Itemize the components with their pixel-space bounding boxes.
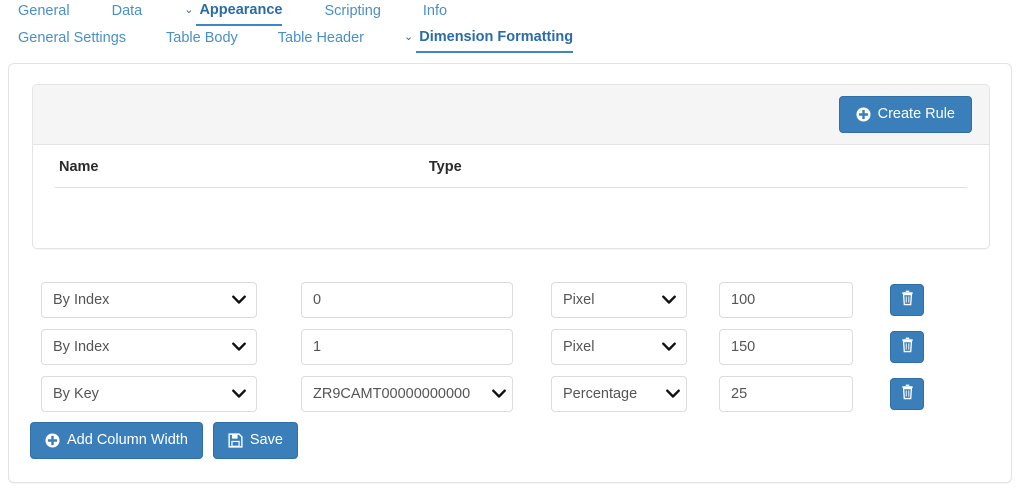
delete-column-width-button[interactable]	[890, 330, 924, 363]
tab-label: Scripting	[324, 3, 381, 19]
subtab-general-settings[interactable]: General Settings	[18, 28, 126, 51]
tab-label: Data	[111, 3, 143, 19]
tab-scripting[interactable]: Scripting	[324, 1, 380, 24]
column-width-mode-select[interactable]: By IndexBy Key	[41, 328, 257, 365]
rules-panel-header: Create Rule	[33, 85, 989, 145]
save-button[interactable]: Save	[212, 422, 298, 459]
tab-label: Table Header	[277, 30, 365, 46]
tab-general[interactable]: General	[18, 1, 70, 24]
create-rule-button[interactable]: Create Rule	[838, 96, 972, 133]
tab-label: Table Body	[166, 30, 238, 46]
column-width-key-input[interactable]	[301, 281, 513, 318]
unit-select-wrap: PixelPercentage	[551, 328, 687, 365]
column-width-mode-cell: By IndexBy Key	[41, 328, 257, 365]
tab-appearance[interactable]: ⌄ Appearance	[184, 0, 283, 26]
empty-cell	[429, 188, 967, 222]
dimension-formatting-card: Create Rule Name Type By IndexBy Key Pixe…	[8, 63, 1012, 483]
primary-tab-bar: General Data ⌄ Appearance Scripting Info	[0, 0, 1024, 26]
mode-select-wrap: By IndexBy Key	[41, 328, 257, 365]
column-width-value-input[interactable]	[719, 328, 853, 365]
rules-panel-body: Name Type	[33, 145, 989, 222]
column-width-unit-select[interactable]: PixelPercentage	[551, 328, 687, 365]
rules-table-head: Name Type	[55, 145, 967, 188]
column-width-value-cell	[719, 328, 853, 365]
chevron-down-icon: ⌄	[404, 31, 414, 43]
column-width-mode-cell: By IndexBy Key	[41, 375, 257, 412]
subtab-dimension-formatting[interactable]: ⌄ Dimension Formatting	[404, 27, 574, 53]
tab-label: Info	[422, 3, 448, 19]
column-header-type: Type	[428, 145, 967, 188]
trash-icon	[900, 337, 915, 356]
column-width-value-cell	[719, 281, 853, 318]
trash-icon	[900, 384, 915, 403]
column-header-name: Name	[55, 145, 429, 188]
column-width-key-cell	[301, 281, 513, 318]
unit-select-wrap: PixelPercentage	[551, 375, 687, 412]
column-width-mode-cell: By IndexBy Key	[41, 281, 257, 318]
delete-column-width-button[interactable]	[890, 377, 924, 410]
column-width-unit-cell: PixelPercentage	[551, 328, 687, 365]
rules-table-empty-row	[55, 188, 967, 222]
rules-panel: Create Rule Name Type	[32, 84, 990, 249]
column-width-delete-cell	[890, 283, 924, 316]
floppy-save-icon	[228, 433, 243, 448]
rules-table-body	[55, 188, 967, 222]
tab-label: General	[18, 3, 70, 19]
subtab-table-header[interactable]: Table Header	[278, 28, 364, 51]
column-width-unit-cell: PixelPercentage	[551, 375, 687, 412]
delete-column-width-button[interactable]	[890, 283, 924, 316]
plus-circle-icon	[856, 107, 871, 122]
trash-icon	[900, 290, 915, 309]
create-rule-label: Create Rule	[877, 106, 955, 123]
footer-actions: Add Column Width Save	[30, 422, 298, 459]
column-width-delete-cell	[890, 377, 924, 410]
column-width-value-input[interactable]	[719, 375, 853, 412]
add-column-width-label: Add Column Width	[67, 432, 188, 449]
column-width-rows: By IndexBy KeyPixelPercentageBy IndexBy …	[27, 276, 987, 417]
column-width-key-cell: ZR9CAMT00000000000	[301, 375, 513, 412]
chevron-down-icon: ⌄	[184, 4, 194, 16]
column-width-row: By IndexBy Key ZR9CAMT00000000000 PixelPer…	[27, 370, 987, 417]
add-column-width-button[interactable]: Add Column Width	[30, 422, 203, 459]
rules-table: Name Type	[55, 145, 967, 222]
rules-table-header-row: Name Type	[55, 145, 967, 188]
column-width-row: By IndexBy Key PixelPercentage	[27, 323, 987, 370]
unit-select-wrap: PixelPercentage	[551, 281, 687, 318]
tab-label: Dimension Formatting	[419, 29, 574, 45]
column-width-unit-cell: PixelPercentage	[551, 281, 687, 318]
column-width-unit-select[interactable]: PixelPercentage	[551, 281, 687, 318]
dimension-formatting-page: General Data ⌄ Appearance Scripting Info Gene…	[0, 0, 1024, 503]
column-width-value-input[interactable]	[719, 281, 853, 318]
column-width-key-cell	[301, 328, 513, 365]
column-width-mode-select[interactable]: By IndexBy Key	[41, 375, 257, 412]
plus-circle-icon	[45, 433, 60, 448]
key-select-wrap: ZR9CAMT00000000000	[301, 375, 513, 412]
mode-select-wrap: By IndexBy Key	[41, 281, 257, 318]
column-width-delete-cell	[890, 330, 924, 363]
column-width-key-select[interactable]: ZR9CAMT00000000000	[301, 375, 513, 412]
subtab-table-body[interactable]: Table Body	[166, 28, 238, 51]
tab-data[interactable]: Data	[112, 1, 143, 24]
tab-label: General Settings	[18, 30, 127, 46]
column-width-value-cell	[719, 375, 853, 412]
secondary-tab-bar: General Settings Table Body Table Header ⌄ D…	[0, 27, 1024, 53]
mode-select-wrap: By IndexBy Key	[41, 375, 257, 412]
column-width-mode-select[interactable]: By IndexBy Key	[41, 281, 257, 318]
column-width-key-input[interactable]	[301, 328, 513, 365]
empty-cell	[55, 188, 429, 222]
tab-label: Appearance	[199, 2, 283, 18]
column-width-unit-select[interactable]: PixelPercentage	[551, 375, 687, 412]
column-width-row: By IndexBy Key PixelPercentage	[27, 276, 987, 323]
save-label: Save	[249, 432, 283, 449]
tab-info[interactable]: Info	[423, 1, 447, 24]
